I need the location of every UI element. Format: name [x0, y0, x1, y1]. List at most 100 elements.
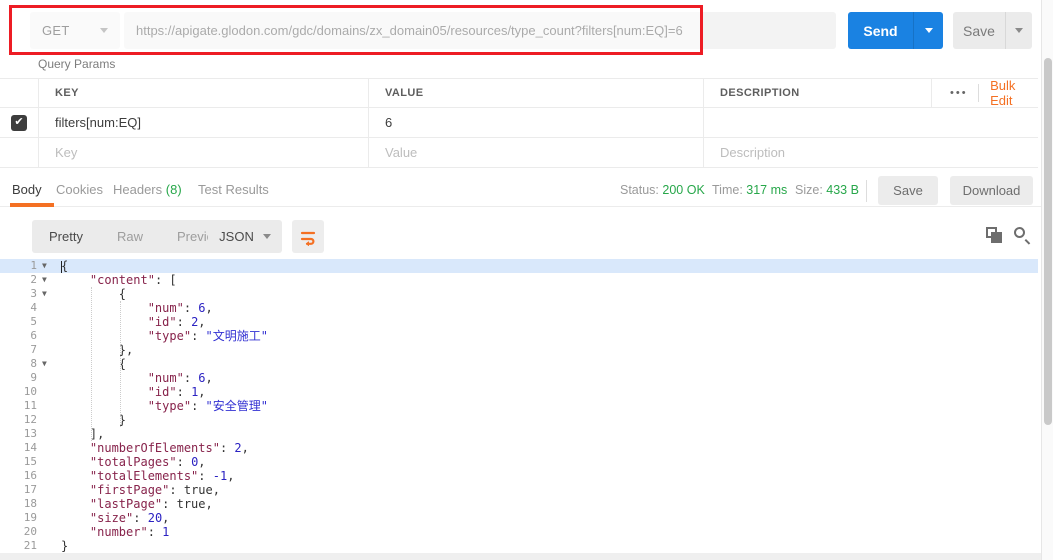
- fold-toggle-icon[interactable]: ▼: [40, 259, 56, 273]
- download-response-button[interactable]: Download: [950, 176, 1033, 205]
- line-number: 5: [0, 315, 40, 329]
- code-line: 5 "id": 2,: [0, 315, 1038, 329]
- param-checkbox[interactable]: ✔: [11, 115, 27, 131]
- param-row: ✔ filters[num:EQ] 6: [0, 108, 1038, 138]
- line-number: 10: [0, 385, 40, 399]
- description-column-header: DESCRIPTION: [720, 87, 800, 99]
- method-dropdown[interactable]: GET: [30, 12, 120, 49]
- code-text: "firstPage": true,: [56, 483, 220, 497]
- fold-spacer: [40, 455, 56, 469]
- code-text: }: [56, 539, 68, 553]
- fold-spacer: [40, 301, 56, 315]
- code-text: "numberOfElements": 2,: [56, 441, 249, 455]
- view-tab-pretty[interactable]: Pretty: [32, 229, 100, 244]
- tab-cookies[interactable]: Cookies: [56, 182, 103, 197]
- code-text: "lastPage": true,: [56, 497, 213, 511]
- indent-guide: [120, 301, 121, 427]
- size-badge: Size: 433 B: [795, 183, 859, 197]
- code-line: 10 "id": 1,: [0, 385, 1038, 399]
- chevron-down-icon: [1015, 28, 1023, 33]
- fold-spacer: [40, 315, 56, 329]
- search-icon[interactable]: [1013, 226, 1031, 244]
- fold-spacer: [40, 329, 56, 343]
- code-line: 6 "type": "文明施工": [0, 329, 1038, 343]
- param-value-placeholder: Value: [385, 145, 417, 160]
- line-number: 16: [0, 469, 40, 483]
- save-button[interactable]: Save: [953, 12, 1005, 49]
- copy-icon[interactable]: [986, 227, 1002, 243]
- code-line: 13 ],: [0, 427, 1038, 441]
- code-line: 4 "num": 6,: [0, 301, 1038, 315]
- send-button[interactable]: Send: [848, 12, 913, 49]
- code-line: 7 },: [0, 343, 1038, 357]
- fold-toggle-icon[interactable]: ▼: [40, 357, 56, 371]
- chevron-down-icon: [925, 28, 933, 33]
- tab-body[interactable]: Body: [12, 182, 42, 197]
- code-line: 16 "totalElements": -1,: [0, 469, 1038, 483]
- param-value: 6: [385, 115, 392, 130]
- params-menu-icon[interactable]: •••: [940, 87, 978, 99]
- code-text: "num": 6,: [56, 371, 213, 385]
- fold-spacer: [40, 371, 56, 385]
- code-text: "type": "安全管理": [56, 399, 268, 413]
- scrollbar-thumb[interactable]: [1044, 58, 1052, 425]
- status-badge: Status: 200 OK: [620, 183, 705, 197]
- line-number: 12: [0, 413, 40, 427]
- fold-toggle-icon[interactable]: ▼: [40, 273, 56, 287]
- postman-window: GET Send Save Query Params KEY VALUE DES…: [0, 0, 1053, 560]
- bulk-edit-button[interactable]: Bulk Edit: [978, 78, 1030, 108]
- code-line: 2▼ "content": [: [0, 273, 1038, 287]
- view-tab-raw[interactable]: Raw: [100, 229, 160, 244]
- code-text: "totalElements": -1,: [56, 469, 234, 483]
- value-column-header: VALUE: [385, 87, 423, 99]
- url-input[interactable]: [124, 12, 836, 49]
- format-label: JSON: [219, 229, 254, 244]
- fold-spacer: [40, 525, 56, 539]
- code-text: "id": 2,: [56, 315, 206, 329]
- query-params-table: KEY VALUE DESCRIPTION ••• Bulk Edit ✔ fi…: [0, 78, 1038, 168]
- code-line: 19 "size": 20,: [0, 511, 1038, 525]
- wrap-text-button[interactable]: [292, 220, 324, 253]
- key-column-header: KEY: [55, 87, 79, 99]
- headers-count-badge: (8): [166, 182, 182, 197]
- time-badge: Time: 317 ms: [712, 183, 787, 197]
- wrap-text-icon: [299, 228, 317, 246]
- code-editor: 1▼{2▼ "content": [3▼ {4 "num": 6,5 "id":…: [0, 259, 1038, 553]
- method-label: GET: [42, 23, 70, 38]
- code-text: {: [56, 259, 68, 273]
- format-dropdown[interactable]: JSON: [208, 220, 282, 253]
- fold-spacer: [40, 343, 56, 357]
- fold-spacer: [40, 469, 56, 483]
- line-number: 20: [0, 525, 40, 539]
- editor-horizontal-scrollbar[interactable]: [0, 553, 1041, 560]
- fold-spacer: [40, 497, 56, 511]
- save-response-button[interactable]: Save: [878, 176, 938, 205]
- code-text: "number": 1: [56, 525, 169, 539]
- param-key: filters[num:EQ]: [55, 115, 141, 130]
- line-number: 4: [0, 301, 40, 315]
- send-options-button[interactable]: [913, 12, 943, 49]
- line-number: 17: [0, 483, 40, 497]
- code-line: 8▼ {: [0, 357, 1038, 371]
- line-number: 15: [0, 455, 40, 469]
- line-number: 3: [0, 287, 40, 301]
- fold-toggle-icon[interactable]: ▼: [40, 287, 56, 301]
- indent-guide: [91, 287, 92, 441]
- line-number: 13: [0, 427, 40, 441]
- code-text: ],: [56, 427, 104, 441]
- chevron-down-icon: [263, 234, 271, 239]
- save-button-group: Save: [953, 12, 1032, 49]
- fold-spacer: [40, 385, 56, 399]
- tab-test-results[interactable]: Test Results: [198, 182, 269, 197]
- tab-headers[interactable]: Headers (8): [113, 182, 182, 197]
- code-text: "totalPages": 0,: [56, 455, 206, 469]
- code-line: 3▼ {: [0, 287, 1038, 301]
- fold-spacer: [40, 511, 56, 525]
- save-options-button[interactable]: [1005, 12, 1032, 49]
- line-number: 6: [0, 329, 40, 343]
- params-header-row: KEY VALUE DESCRIPTION ••• Bulk Edit: [0, 78, 1038, 108]
- code-line: 20 "number": 1: [0, 525, 1038, 539]
- code-line: 12 }: [0, 413, 1038, 427]
- code-line: 1▼{: [0, 259, 1038, 273]
- code-line: 18 "lastPage": true,: [0, 497, 1038, 511]
